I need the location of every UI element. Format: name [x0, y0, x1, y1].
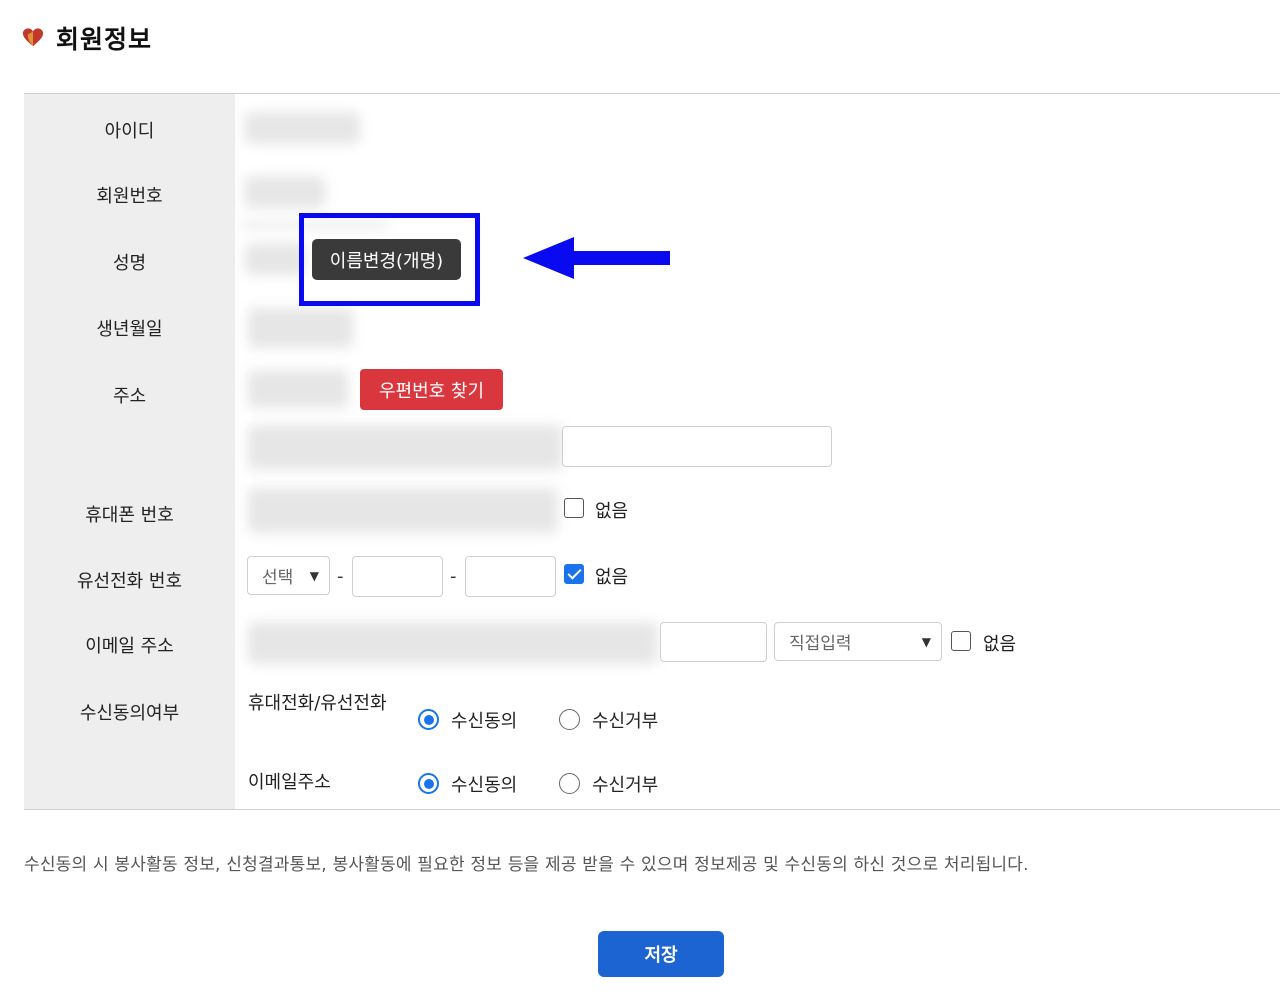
consent-phone-agree-radio[interactable] — [418, 709, 439, 730]
label-birth: 생년월일 — [96, 319, 163, 340]
label-name: 성명 — [112, 253, 147, 274]
phone-area-value: 선택 — [262, 568, 294, 588]
consent-email-agree-label: 수신동의 — [451, 775, 518, 796]
consent-email-label: 이메일주소 — [248, 772, 331, 793]
label-phone: 유선전화 번호 — [76, 571, 183, 592]
email-none-label: 없음 — [983, 634, 1017, 655]
consent-phone-agree-label: 수신동의 — [451, 711, 518, 732]
phone-last-input[interactable] — [465, 556, 556, 597]
chevron-down-icon: ▼ — [309, 568, 319, 583]
zip-search-button[interactable]: 우편번호 찾기 — [360, 369, 503, 410]
phone-none-checkbox[interactable] — [564, 564, 584, 584]
email-domain-value: 직접입력 — [789, 634, 852, 654]
email-none-checkbox[interactable] — [951, 631, 971, 651]
consent-notice: 수신동의 시 봉사활동 정보, 신청결과통보, 봉사활동에 필요한 정보 등을 … — [24, 855, 1029, 875]
redacted-name — [245, 243, 305, 275]
label-consent: 수신동의여부 — [79, 703, 180, 724]
label-address: 주소 — [112, 386, 147, 407]
redacted-email — [248, 622, 658, 664]
save-button[interactable]: 저장 — [598, 931, 724, 977]
email-domain-input[interactable] — [660, 622, 767, 662]
consent-email-reject-radio[interactable] — [559, 773, 580, 794]
consent-phone-reject-radio[interactable] — [559, 709, 580, 730]
redacted-address — [248, 425, 563, 470]
phone-middle-input[interactable] — [352, 556, 443, 597]
address-detail-input[interactable] — [562, 426, 832, 467]
mobile-none-label: 없음 — [595, 501, 629, 522]
page-header: 회원정보 — [22, 20, 152, 56]
phone-none-label: 없음 — [595, 567, 629, 588]
redacted-zipcode — [248, 370, 348, 408]
phone-dash-2: - — [450, 566, 457, 587]
highlight-box — [299, 213, 480, 306]
chevron-down-icon: ▼ — [921, 634, 931, 649]
redacted-id — [245, 112, 360, 144]
consent-email-reject-label: 수신거부 — [592, 775, 659, 796]
label-mobile: 휴대폰 번호 — [85, 505, 174, 526]
label-member-no: 회원번호 — [96, 186, 163, 207]
label-id: 아이디 — [104, 121, 155, 142]
label-email: 이메일 주소 — [85, 636, 174, 657]
consent-phone-reject-label: 수신거부 — [592, 711, 659, 732]
mobile-none-checkbox[interactable] — [564, 498, 584, 518]
consent-phone-label: 휴대전화/유선전화 — [248, 693, 387, 714]
arrow-left-icon — [523, 237, 670, 279]
redacted-member-no — [245, 176, 325, 208]
email-domain-select[interactable]: 직접입력 ▼ — [774, 622, 942, 661]
phone-dash-1: - — [337, 566, 344, 587]
page-title: 회원정보 — [56, 25, 153, 54]
consent-email-agree-radio[interactable] — [418, 773, 439, 794]
redacted-mobile — [248, 488, 558, 533]
phone-area-select[interactable]: 선택 ▼ — [247, 556, 330, 595]
heart-icon — [22, 28, 44, 47]
redacted-birth — [248, 308, 353, 348]
